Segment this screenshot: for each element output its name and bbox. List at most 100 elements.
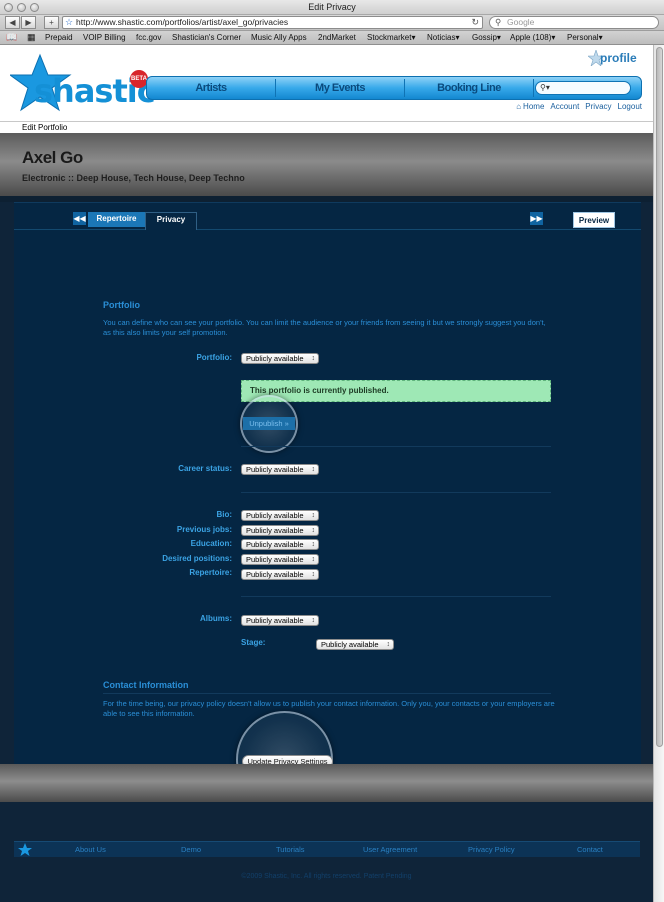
search-icon: ⚲ [495, 17, 502, 27]
artist-genres: Electronic :: Deep House, Tech House, De… [22, 173, 245, 183]
url-field[interactable]: ☆ http://www.shastic.com/portfolios/arti… [62, 16, 483, 29]
link-home[interactable]: Home [523, 102, 544, 111]
account-links: ⌂ Home Account Privacy Logout [510, 102, 642, 111]
education-label: Education: [190, 539, 232, 548]
footer-star-icon[interactable] [18, 843, 32, 857]
footer-link-about[interactable]: About Us [75, 845, 106, 854]
published-notice: This portfolio is currently published. [241, 380, 551, 402]
previous-tab-icon[interactable]: ◀◀ [73, 212, 86, 225]
footer-link-user-agreement[interactable]: User Agreement [363, 845, 417, 854]
bookmark-item[interactable]: Gossip▾ [472, 31, 501, 44]
footer-link-demo[interactable]: Demo [181, 845, 201, 854]
reading-list-icon[interactable]: 📖 [6, 31, 17, 44]
nav-divider [533, 79, 534, 97]
web-page: shastic BETA profile Artists My Events B… [0, 45, 653, 902]
link-privacy[interactable]: Privacy [585, 102, 611, 111]
footer-link-tutorials[interactable]: Tutorials [276, 845, 304, 854]
url-text: http://www.shastic.com/portfolios/artist… [76, 17, 289, 27]
nav-booking-line[interactable]: Booking Line [405, 77, 533, 99]
bookmark-item[interactable]: fcc.gov [136, 31, 161, 44]
link-logout[interactable]: Logout [618, 102, 642, 111]
education-select[interactable]: Publicly available [241, 539, 319, 550]
nav-artists[interactable]: Artists [147, 77, 275, 99]
desired-positions-select[interactable]: Publicly available [241, 554, 319, 565]
artist-banner: Axel Go Electronic :: Deep House, Tech H… [0, 133, 653, 196]
site-header: shastic BETA profile Artists My Events B… [0, 45, 653, 121]
add-bookmark-button[interactable]: + [44, 16, 59, 29]
bookmark-item[interactable]: Apple (108)▾ [510, 31, 555, 44]
albums-select[interactable]: Publicly available [241, 615, 319, 626]
tab-privacy[interactable]: Privacy [145, 212, 197, 230]
back-button[interactable]: ◀ [5, 16, 20, 29]
profile-logo: profile [588, 50, 637, 66]
scrollbar-thumb[interactable] [656, 47, 663, 747]
zoom-window-button[interactable] [30, 3, 39, 12]
contact-description: For the time being, our privacy policy d… [103, 699, 555, 718]
artist-name: Axel Go [22, 148, 83, 167]
forward-button[interactable]: ▶ [21, 16, 36, 29]
browser-toolbar: ◀ ▶ + ☆ http://www.shastic.com/portfolio… [0, 15, 664, 31]
bookmarks-bar: 📖 ▦ Prepaid VOIP Billing fcc.gov Shastic… [0, 31, 664, 45]
vertical-scrollbar[interactable] [653, 45, 664, 902]
portfolio-select[interactable]: Publicly available [241, 353, 319, 364]
bookmark-item[interactable]: Noticias▾ [427, 31, 459, 44]
privacy-panel: ◀◀ Repertoire Privacy ▶▶ Preview Portfol… [14, 202, 641, 808]
footer-nav: About Us Demo Tutorials User Agreement P… [14, 841, 640, 857]
nav-my-events[interactable]: My Events [276, 77, 404, 99]
albums-label: Albums: [200, 614, 232, 623]
bookmark-item[interactable]: VOIP Billing [83, 31, 126, 44]
site-footer: About Us Demo Tutorials User Agreement P… [0, 802, 653, 902]
contact-heading: Contact Information [103, 680, 189, 690]
bookmark-item[interactable]: 2ndMarket [318, 31, 356, 44]
minimize-window-button[interactable] [17, 3, 26, 12]
shastic-logo[interactable]: shastic BETA [10, 53, 156, 115]
next-tab-icon[interactable]: ▶▶ [530, 212, 543, 225]
previous-jobs-select[interactable]: Publicly available [241, 525, 319, 536]
browser-search-placeholder: Google [507, 17, 535, 27]
stage-select[interactable]: Publicly available [316, 639, 394, 650]
portfolio-label: Portfolio: [196, 353, 232, 362]
stage-label: Stage: [241, 638, 266, 647]
breadcrumb: Edit Portfolio [0, 121, 653, 133]
bottom-banner [0, 764, 653, 802]
bookmark-item[interactable]: Prepaid [45, 31, 73, 44]
window-title: Edit Privacy [308, 2, 356, 12]
footer-link-contact[interactable]: Contact [577, 845, 603, 854]
main-nav: Artists My Events Booking Line ⚲▾ [146, 76, 642, 100]
portfolio-description: You can define who can see your portfoli… [103, 318, 546, 337]
copyright: ©2009 Shastic, Inc. All rights reserved.… [241, 873, 412, 880]
bio-select[interactable]: Publicly available [241, 510, 319, 521]
portfolio-heading: Portfolio [103, 300, 140, 310]
bookmark-item[interactable]: Shastician's Corner [172, 31, 241, 44]
repertoire-select[interactable]: Publicly available [241, 569, 319, 580]
section-divider [103, 693, 551, 694]
repertoire-label: Repertoire: [189, 568, 232, 577]
grid-icon[interactable]: ▦ [27, 31, 36, 44]
bookmark-item[interactable]: Music Ally Apps [251, 31, 307, 44]
breadcrumb-item: Edit Portfolio [22, 123, 68, 132]
search-icon: ⚲▾ [540, 83, 550, 92]
reload-icon[interactable]: ↻ [471, 17, 479, 28]
unpublish-button[interactable]: Unpublish » [243, 417, 295, 430]
desired-positions-label: Desired positions: [162, 554, 232, 563]
site-search-input[interactable]: ⚲▾ [535, 81, 631, 95]
bookmark-item[interactable]: Stockmarket▾ [367, 31, 415, 44]
window-titlebar: Edit Privacy [0, 0, 664, 15]
profile-text: profile [600, 51, 637, 65]
bio-label: Bio: [216, 510, 232, 519]
career-status-label: Career status: [178, 464, 232, 473]
bookmark-item[interactable]: Personal▾ [567, 31, 603, 44]
portfolio-subnav: ◀◀ Repertoire Privacy ▶▶ Preview [14, 209, 641, 230]
browser-search-field[interactable]: ⚲ Google [489, 16, 659, 29]
link-account[interactable]: Account [550, 102, 579, 111]
career-status-select[interactable]: Publicly available [241, 464, 319, 475]
home-icon[interactable]: ⌂ [516, 102, 521, 111]
section-divider [241, 446, 551, 447]
footer-link-privacy-policy[interactable]: Privacy Policy [468, 845, 515, 854]
close-window-button[interactable] [4, 3, 13, 12]
star-icon[interactable]: ☆ [65, 17, 73, 28]
preview-button[interactable]: Preview [573, 212, 615, 228]
section-divider [241, 492, 551, 493]
tab-repertoire[interactable]: Repertoire [88, 212, 145, 227]
section-divider [241, 596, 551, 597]
